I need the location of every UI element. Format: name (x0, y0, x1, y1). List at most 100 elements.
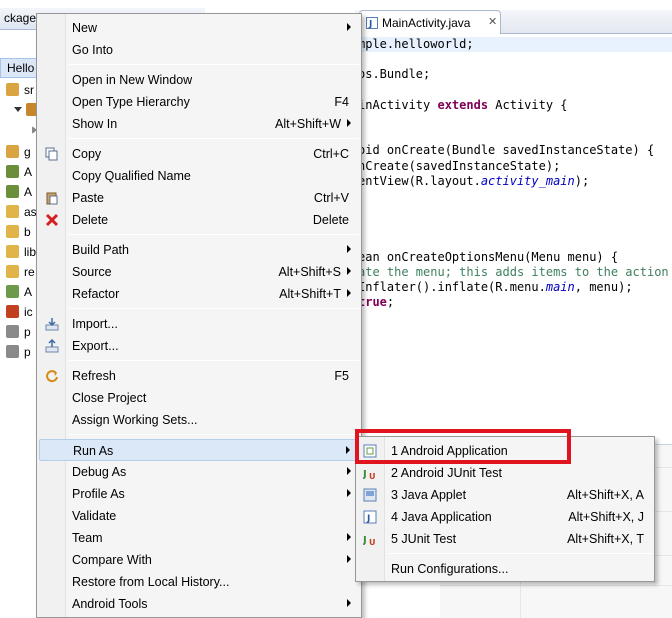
submenu-item-2-android-junit-test[interactable]: JU 2 Android JUnit Test (358, 462, 652, 484)
code-line: os.Bundle; (358, 67, 431, 82)
menu-separator (69, 64, 359, 65)
file-icon (6, 325, 19, 338)
tree-item[interactable]: b (0, 222, 40, 242)
menu-item-label: Paste (72, 191, 104, 205)
export-icon (45, 338, 59, 353)
menu-item-label: Android Tools (72, 597, 148, 611)
submenu-item-label: 1 Android Application (391, 444, 508, 458)
menu-item-new[interactable]: New (39, 17, 359, 39)
refresh-icon (45, 369, 59, 383)
editor-tab-mainactivity[interactable]: J MainActivity.java ✕ (359, 10, 501, 34)
submenu-item-shortcut: Alt+Shift+X, T (567, 532, 644, 546)
java-file-icon: J (366, 17, 378, 29)
menu-item-restore-from-local-history[interactable]: Restore from Local History... (39, 571, 359, 593)
menu-item-label: Refactor (72, 287, 120, 301)
tree-item[interactable]: p (0, 342, 40, 362)
menu-separator (69, 234, 359, 235)
menu-item-team[interactable]: Team (39, 527, 359, 549)
submenu-arrow-icon (346, 446, 350, 454)
menu-item-android-tools[interactable]: Android Tools (39, 593, 359, 615)
tree-item[interactable]: lib (0, 242, 40, 262)
menu-item-refactor[interactable]: Refactor Alt+Shift+T (39, 283, 359, 305)
menu-item-shortcut: F5 (334, 369, 349, 383)
menu-item-shortcut: Ctrl+V (313, 191, 349, 205)
menu-item-label: Open in New Window (72, 73, 193, 87)
code-editor[interactable]: mple.helloworld; os.Bundle; inActivity ext… (358, 34, 672, 334)
submenu-item-3-java-applet[interactable]: 3 Java Applet Alt+Shift+X, A (358, 484, 652, 506)
menu-item-debug-as[interactable]: Debug As (39, 461, 359, 483)
java-applet-icon (363, 488, 377, 502)
menu-item-compare-with[interactable]: Compare With (39, 549, 359, 571)
menu-item-assign-working-sets[interactable]: Assign Working Sets... (39, 409, 359, 431)
menu-item-label: Delete (72, 213, 109, 227)
svg-text:J: J (363, 469, 367, 480)
submenu-item-4-java-application[interactable]: J 4 Java Application Alt+Shift+X, J (358, 506, 652, 528)
submenu-item-5-junit-test[interactable]: JU 5 JUnit Test Alt+Shift+X, T (358, 528, 652, 550)
menu-item-label: Profile As (72, 487, 125, 501)
menu-item-run-as[interactable]: Run As (39, 439, 359, 461)
java-app-icon: J (363, 510, 377, 524)
android-app-icon (363, 444, 377, 458)
tree-item[interactable]: sr (0, 80, 40, 100)
tree-item[interactable]: A (0, 282, 40, 302)
folder-icon (6, 265, 19, 278)
menu-item-validate[interactable]: Validate (39, 505, 359, 527)
svg-text:U: U (369, 472, 376, 480)
junit-icon: JU (362, 466, 377, 481)
folder-icon (6, 245, 19, 258)
menu-item-copy[interactable]: Copy Ctrl+C (39, 143, 359, 165)
submenu-item-label: Run Configurations... (391, 562, 509, 576)
menu-item-label: Close Project (72, 391, 147, 405)
menu-item-import[interactable]: Import... (39, 313, 359, 335)
folder-icon (6, 205, 19, 218)
menu-item-source[interactable]: Source Alt+Shift+S (39, 261, 359, 283)
menu-item-refresh[interactable]: Refresh F5 (39, 365, 359, 387)
submenu-item-label: 5 JUnit Test (391, 532, 457, 546)
close-icon[interactable]: ✕ (488, 15, 497, 28)
menu-item-copy-qualified-name[interactable]: Copy Qualified Name (39, 165, 359, 187)
submenu-item-1-android-application[interactable]: 1 Android Application (358, 440, 652, 462)
menu-item-open-in-new-window[interactable]: Open in New Window (39, 69, 359, 91)
menu-item-label: Compare With (72, 553, 152, 567)
menu-item-label: Import... (72, 317, 118, 331)
import-icon (45, 317, 59, 331)
code-line: inActivity extends Activity { (358, 97, 568, 112)
tree-item[interactable] (0, 120, 40, 140)
menu-item-delete[interactable]: Delete Delete (39, 209, 359, 231)
menu-separator (69, 360, 359, 361)
svg-text:J: J (366, 514, 370, 524)
tree-item[interactable]: A (0, 182, 40, 202)
tree-item[interactable]: re (0, 262, 40, 282)
submenu-item-run-configurations[interactable]: Run Configurations... (358, 558, 652, 580)
menu-separator (388, 553, 652, 554)
menu-item-build-path[interactable]: Build Path (39, 239, 359, 261)
manifest-icon (6, 285, 19, 298)
menu-item-label: Show In (72, 117, 118, 131)
editor-tabbar: J MainActivity.java ✕ (355, 10, 672, 34)
menu-item-export[interactable]: Export... (39, 335, 359, 357)
menu-item-paste[interactable]: Paste Ctrl+V (39, 187, 359, 209)
submenu-item-label: 3 Java Applet (391, 488, 467, 502)
menu-item-profile-as[interactable]: Profile As (39, 483, 359, 505)
menu-item-label: Validate (72, 509, 117, 523)
tree-item[interactable]: p (0, 322, 40, 342)
menu-item-close-project[interactable]: Close Project (39, 387, 359, 409)
tree-item[interactable]: A (0, 162, 40, 182)
menu-item-open-type-hierarchy[interactable]: Open Type Hierarchy F4 (39, 91, 359, 113)
tree-item[interactable]: as (0, 202, 40, 222)
editor-tab-label: MainActivity.java (382, 16, 471, 30)
menu-separator (69, 138, 359, 139)
menu-item-label: Copy (72, 147, 102, 161)
submenu-item-label: 4 Java Application (391, 510, 492, 524)
submenu-arrow-icon (347, 245, 351, 253)
submenu-item-shortcut: Alt+Shift+X, A (566, 488, 644, 502)
menu-item-show-in[interactable]: Show In Alt+Shift+W (39, 113, 359, 135)
project-node[interactable]: Hello (0, 58, 40, 78)
svg-text:J: J (363, 535, 367, 546)
menu-item-label: Assign Working Sets... (72, 413, 198, 427)
collapse-icon[interactable] (14, 107, 22, 112)
tree-item[interactable]: ic (0, 302, 40, 322)
tree-item[interactable]: g (0, 142, 40, 162)
menu-item-shortcut: Alt+Shift+W (275, 117, 341, 131)
menu-item-go-into[interactable]: Go Into (39, 39, 359, 61)
